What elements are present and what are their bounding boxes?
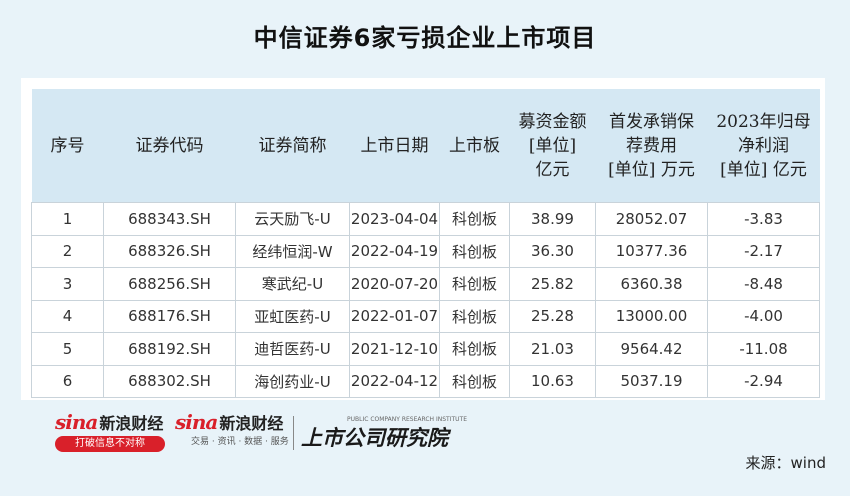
header-code: 证券代码 [103,89,236,203]
research-institute-cn: 上市公司研究院 [301,426,448,450]
cell-fee: 13000.00 [595,300,708,333]
cell-date: 2023-04-04 [349,202,440,236]
source-note: 来源：wind [745,454,826,472]
sina-finance-logo: sina 新浪财经 打破信息不对称 [55,410,165,452]
cell-name: 寒武纪-U [235,267,350,301]
cell-board: 科创板 [439,202,510,236]
cell-code: 688176.SH [103,300,236,333]
cell-name: 经纬恒润-W [235,235,350,268]
cell-profit: -4.00 [707,300,820,333]
cell-date: 2020-07-20 [349,267,440,301]
cell-raised: 25.82 [509,267,596,301]
header-underwriting-fee: 首发承销保 荐费用 [单位] 万元 [595,89,708,203]
data-table: 序号 证券代码 证券简称 上市日期 上市板 募资金额 [单位] 亿元 首发承销保 荐费… [31,89,820,398]
brand-name: 新浪财经 [219,414,284,433]
cell-raised: 38.99 [509,202,596,236]
table-row: 3 688256.SH 寒武纪-U 2020-07-20 科创板 25.82 6… [31,267,820,301]
cell-raised: 25.28 [509,300,596,333]
cell-board: 科创板 [439,267,510,301]
sina-wordmark: sina [55,410,98,434]
cell-code: 688256.SH [103,267,236,301]
table-header-row: 序号 证券代码 证券简称 上市日期 上市板 募资金额 [单位] 亿元 首发承销保 荐费… [31,89,820,203]
brand-name: 新浪财经 [99,414,164,433]
cell-fee: 9564.42 [595,332,708,366]
cell-profit: -2.17 [707,235,820,268]
cell-date: 2022-01-07 [349,300,440,333]
cell-board: 科创板 [439,235,510,268]
cell-profit: -2.94 [707,365,820,398]
page-title: 中信证券6家亏损企业上市项目 [253,24,597,52]
cell-code: 688343.SH [103,202,236,236]
cell-date: 2021-12-10 [349,332,440,366]
cell-code: 688326.SH [103,235,236,268]
cell-name: 云天励飞-U [235,202,350,236]
cell-fee: 6360.38 [595,267,708,301]
header-name: 证券简称 [235,89,350,203]
cell-profit: -8.48 [707,267,820,301]
cell-raised: 10.63 [509,365,596,398]
table-row: 4 688176.SH 亚虹医药-U 2022-01-07 科创板 25.28 … [31,300,820,333]
brand-subtitle: 交易 · 资讯 · 数据 · 服务 [191,437,289,447]
table-row: 5 688192.SH 迪哲医药-U 2021-12-10 科创板 21.03 … [31,332,820,366]
logo-divider [293,416,294,450]
cell-raised: 36.30 [509,235,596,268]
cell-code: 688192.SH [103,332,236,366]
cell-board: 科创板 [439,300,510,333]
cell-name: 海创药业-U [235,365,350,398]
header-board: 上市板 [439,89,510,203]
cell-index: 1 [31,202,104,236]
cell-code: 688302.SH [103,365,236,398]
cell-index: 4 [31,300,104,333]
table-row: 6 688302.SH 海创药业-U 2022-04-12 科创板 10.63 … [31,365,820,398]
cell-board: 科创板 [439,332,510,366]
cell-index: 2 [31,235,104,268]
cell-board: 科创板 [439,365,510,398]
cell-fee: 28052.07 [595,202,708,236]
sina-finance-logo-secondary: sina 新浪财经 交易 · 资讯 · 数据 · 服务 [175,410,289,447]
cell-index: 6 [31,365,104,398]
cell-raised: 21.03 [509,332,596,366]
cell-index: 5 [31,332,104,366]
cell-profit: -11.08 [707,332,820,366]
cell-profit: -3.83 [707,202,820,236]
header-index: 序号 [31,89,104,203]
header-listing-date: 上市日期 [349,89,440,203]
cell-fee: 10377.36 [595,235,708,268]
header-raised-amount: 募资金额 [单位] 亿元 [509,89,596,203]
table-row: 2 688326.SH 经纬恒润-W 2022-04-19 科创板 36.30 … [31,235,820,268]
cell-index: 3 [31,267,104,301]
logo-bar: sina 新浪财经 打破信息不对称 sina 新浪财经 交易 · 资讯 · 数据 ·… [55,410,475,460]
sina-wordmark: sina [175,410,218,434]
cell-name: 亚虹医药-U [235,300,350,333]
cell-date: 2022-04-12 [349,365,440,398]
slogan-badge: 打破信息不对称 [55,436,165,452]
cell-date: 2022-04-19 [349,235,440,268]
cell-name: 迪哲医药-U [235,332,350,366]
table-row: 1 688343.SH 云天励飞-U 2023-04-04 科创板 38.99 … [31,202,820,236]
cell-fee: 5037.19 [595,365,708,398]
header-net-profit-2023: 2023年归母 净利润 [单位] 亿元 [707,89,820,203]
